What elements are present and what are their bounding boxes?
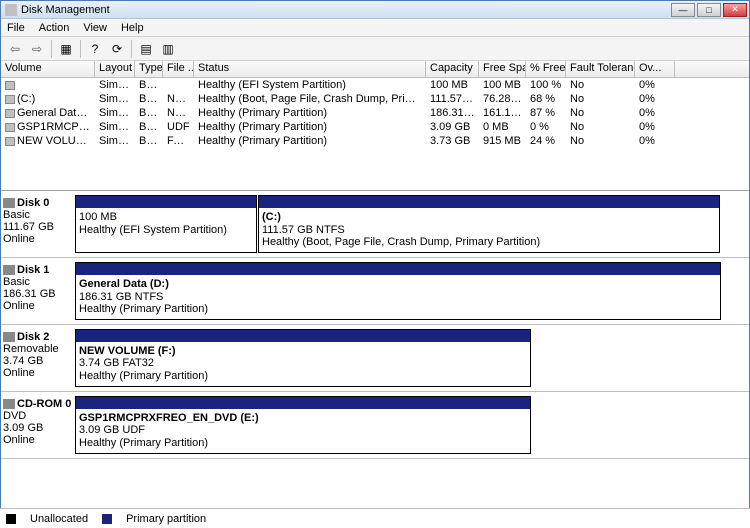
disk-info[interactable]: Disk 1Basic186.31 GBOnline	[1, 262, 75, 320]
disk-icon	[3, 265, 15, 275]
volume-row[interactable]: NEW VOLUME (F:)SimpleBasicFAT...Healthy …	[1, 134, 749, 148]
partition[interactable]: NEW VOLUME (F:)3.74 GB FAT32Healthy (Pri…	[75, 329, 531, 387]
disk-icon	[3, 332, 15, 342]
col-pctfree[interactable]: % Free	[526, 61, 566, 77]
partition[interactable]: 100 MBHealthy (EFI System Partition)	[75, 195, 257, 253]
volume-icon	[5, 137, 15, 146]
partition-bar	[259, 196, 719, 208]
partition-bar	[76, 397, 530, 409]
disk-info[interactable]: CD-ROM 0DVD3.09 GBOnline	[1, 396, 75, 454]
app-icon	[5, 4, 17, 16]
show-hide-icon[interactable]: ▦	[56, 39, 76, 59]
refresh-icon[interactable]: ⟳	[107, 39, 127, 59]
legend-primary: Primary partition	[126, 513, 206, 525]
graphical-view-icon[interactable]: ▥	[158, 39, 178, 59]
partition-bar	[76, 196, 256, 208]
minimize-button[interactable]: —	[671, 3, 695, 17]
help-icon[interactable]: ?	[85, 39, 105, 59]
toolbar-separator	[51, 40, 52, 58]
disk-info[interactable]: Disk 0Basic111.67 GBOnline	[1, 195, 75, 253]
volume-icon	[5, 81, 15, 90]
disk-row: Disk 1Basic186.31 GBOnlineGeneral Data (…	[1, 258, 749, 325]
titlebar: Disk Management — □ ✕	[1, 1, 749, 19]
col-status[interactable]: Status	[194, 61, 426, 77]
volume-icon	[5, 123, 15, 132]
menu-help[interactable]: Help	[121, 22, 144, 34]
maximize-button[interactable]: □	[697, 3, 721, 17]
col-overhead[interactable]: Ov...	[635, 61, 675, 77]
disk-row: Disk 0Basic111.67 GBOnline100 MBHealthy …	[1, 191, 749, 258]
primary-swatch	[102, 514, 112, 524]
volume-list-pane: Volume Layout Type File ... Status Capac…	[1, 61, 749, 191]
menubar: File Action View Help	[1, 19, 749, 37]
partition-bar	[76, 330, 530, 342]
menu-view[interactable]: View	[83, 22, 107, 34]
back-icon[interactable]: ⇦	[5, 39, 25, 59]
forward-icon[interactable]: ⇨	[27, 39, 47, 59]
volume-row[interactable]: SimpleBasicHealthy (EFI System Partition…	[1, 78, 749, 92]
window-title: Disk Management	[21, 4, 110, 16]
volume-row[interactable]: General Data (D:)SimpleBasicNTFSHealthy …	[1, 106, 749, 120]
menu-action[interactable]: Action	[39, 22, 70, 34]
volume-list-header: Volume Layout Type File ... Status Capac…	[1, 61, 749, 78]
disk-row: Disk 2Removable3.74 GBOnlineNEW VOLUME (…	[1, 325, 749, 392]
volume-row[interactable]: GSP1RMCPRXFRE...SimpleBasicUDFHealthy (P…	[1, 120, 749, 134]
col-volume[interactable]: Volume	[1, 61, 95, 77]
col-freespace[interactable]: Free Spa...	[479, 61, 526, 77]
unallocated-swatch	[6, 514, 16, 524]
disk-icon	[3, 399, 15, 409]
volume-icon	[5, 109, 15, 118]
volume-icon	[5, 95, 15, 104]
toolbar-separator	[131, 40, 132, 58]
col-faulttol[interactable]: Fault Tolerance	[566, 61, 635, 77]
disk-icon	[3, 198, 15, 208]
close-button[interactable]: ✕	[723, 3, 747, 17]
partition[interactable]: General Data (D:)186.31 GB NTFSHealthy (…	[75, 262, 721, 320]
legend: Unallocated Primary partition	[0, 508, 750, 528]
toolbar: ⇦ ⇨ ▦ ? ⟳ ▤ ▥	[1, 37, 749, 61]
list-view-icon[interactable]: ▤	[136, 39, 156, 59]
partition[interactable]: GSP1RMCPRXFREO_EN_DVD (E:)3.09 GB UDFHea…	[75, 396, 531, 454]
partition-bar	[76, 263, 720, 275]
disk-row: CD-ROM 0DVD3.09 GBOnlineGSP1RMCPRXFREO_E…	[1, 392, 749, 459]
partition[interactable]: (C:)111.57 GB NTFSHealthy (Boot, Page Fi…	[258, 195, 720, 253]
col-layout[interactable]: Layout	[95, 61, 135, 77]
menu-file[interactable]: File	[7, 22, 25, 34]
disk-graphical-pane: Disk 0Basic111.67 GBOnline100 MBHealthy …	[1, 191, 749, 509]
disk-info[interactable]: Disk 2Removable3.74 GBOnline	[1, 329, 75, 387]
volume-row[interactable]: (C:)SimpleBasicNTFSHealthy (Boot, Page F…	[1, 92, 749, 106]
col-capacity[interactable]: Capacity	[426, 61, 479, 77]
toolbar-separator	[80, 40, 81, 58]
legend-unallocated: Unallocated	[30, 513, 88, 525]
col-filesystem[interactable]: File ...	[163, 61, 194, 77]
col-type[interactable]: Type	[135, 61, 163, 77]
